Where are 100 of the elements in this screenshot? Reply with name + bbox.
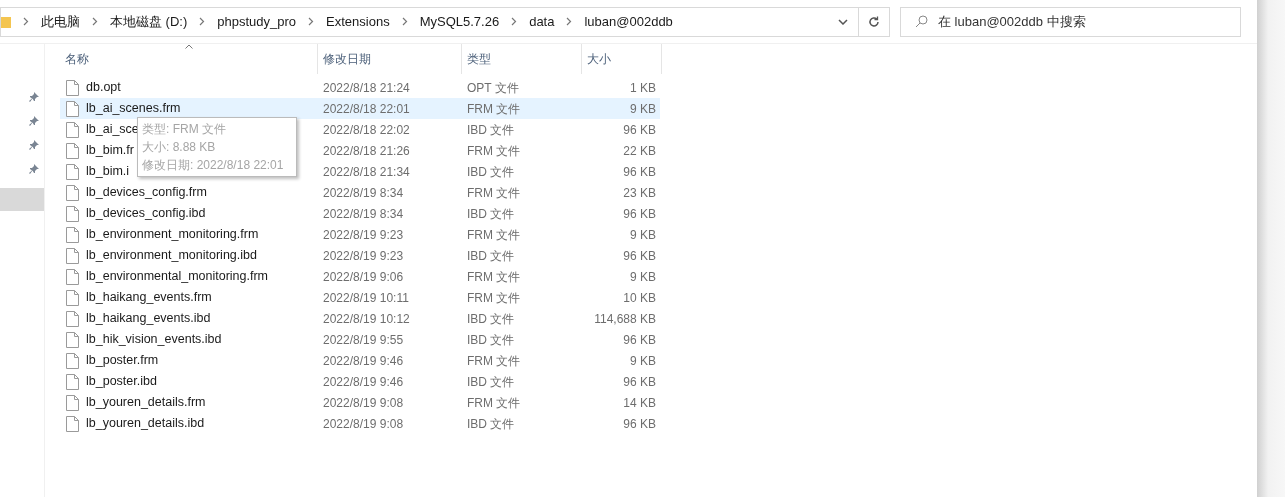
breadcrumb-item[interactable]: phpstudy_pro: [217, 11, 297, 32]
file-size: 22 KB: [622, 142, 656, 160]
file-type: IBD 文件: [466, 247, 516, 265]
pin-icon[interactable]: [29, 140, 39, 150]
modified-date: 2022/8/19 9:46: [322, 352, 405, 370]
file-type: FRM 文件: [466, 352, 522, 370]
pin-icon[interactable]: [29, 164, 39, 174]
file-icon: [66, 79, 79, 96]
tooltip-line: 类型: FRM 文件: [142, 121, 227, 138]
modified-date: 2022/8/18 21:26: [322, 142, 411, 160]
file-icon: [66, 205, 79, 222]
breadcrumb-item[interactable]: data: [529, 11, 555, 32]
modified-date: 2022/8/19 9:23: [322, 247, 405, 265]
file-name: lb_haikang_events.frm: [86, 289, 212, 307]
file-size: 23 KB: [622, 184, 656, 202]
file-icon: [66, 184, 79, 201]
file-name: lb_poster.frm: [86, 352, 159, 370]
file-icon: [66, 415, 79, 432]
file-size: 1 KB: [629, 79, 656, 97]
file-size: 9 KB: [629, 268, 656, 286]
file-type: IBD 文件: [466, 121, 516, 139]
refresh-button[interactable]: [858, 6, 890, 37]
file-icon: [66, 121, 79, 138]
chevron-right-icon: [401, 17, 408, 26]
column-header[interactable]: 修改日期: [318, 44, 462, 74]
file-name: lb_youren_details.ibd: [86, 415, 205, 433]
address-bar[interactable]: 此电脑 本地磁盘 (D:) phpstudy_pro Extensions MySQL5.7.26 data luban@002ddb: [0, 6, 858, 37]
modified-date: 2022/8/18 22:01: [322, 100, 411, 118]
column-header[interactable]: 名称: [60, 44, 318, 74]
file-name: lb_devices_config.ibd: [86, 205, 206, 223]
search-icon: [915, 15, 928, 28]
folder-icon: [1, 14, 11, 29]
file-row[interactable]: lb_ai_scenes.frm 2022/8/18 22:01 FRM 文件 9 KB: [60, 98, 660, 119]
modified-date: 2022/8/18 22:02: [322, 121, 411, 139]
modified-date: 2022/8/18 21:24: [322, 79, 411, 97]
file-type: FRM 文件: [466, 268, 522, 286]
file-type: IBD 文件: [466, 373, 516, 391]
chevron-right-icon: [23, 17, 29, 26]
breadcrumb-item[interactable]: 本地磁盘 (D:): [110, 11, 188, 32]
file-size: 9 KB: [629, 352, 656, 370]
breadcrumb-item[interactable]: luban@002ddb: [584, 11, 673, 32]
tooltip-line: 修改日期: 2022/8/18 22:01: [142, 157, 285, 174]
file-type: OPT 文件: [466, 79, 520, 97]
pin-icon[interactable]: [29, 92, 39, 102]
file-type: FRM 文件: [466, 100, 522, 118]
file-size: 96 KB: [622, 247, 656, 265]
file-name: lb_bim.fr: [86, 142, 134, 160]
file-icon: [66, 163, 79, 180]
file-name: lb_bim.i: [86, 163, 130, 181]
file-icon: [66, 142, 79, 159]
pin-icon[interactable]: [29, 116, 39, 126]
file-size: 9 KB: [629, 226, 656, 244]
modified-date: 2022/8/18 21:34: [322, 163, 411, 181]
file-size: 96 KB: [622, 373, 656, 391]
modified-date: 2022/8/19 9:08: [322, 394, 405, 412]
chevron-right-icon: [92, 17, 98, 26]
file-icon: [66, 394, 79, 411]
column-header[interactable]: 大小: [582, 44, 662, 74]
search-field[interactable]: 在 luban@002ddb 中搜索: [900, 6, 1241, 37]
file-type: FRM 文件: [466, 226, 522, 244]
file-name: lb_environmental_monitoring.frm: [86, 268, 269, 286]
search-input[interactable]: 在 luban@002ddb 中搜索: [938, 11, 1240, 32]
tooltip-line: 大小: 8.88 KB: [142, 139, 217, 156]
breadcrumb-item[interactable]: 此电脑: [41, 11, 80, 32]
dropdown-icon[interactable]: [838, 18, 848, 25]
file-size: 114,688 KB: [593, 310, 656, 328]
file-type: IBD 文件: [466, 205, 516, 223]
file-icon: [66, 352, 79, 369]
file-type: IBD 文件: [466, 331, 516, 349]
file-size: 96 KB: [622, 415, 656, 433]
breadcrumb-item[interactable]: MySQL5.7.26: [419, 11, 500, 32]
chevron-right-icon: [199, 17, 206, 26]
file-icon: [66, 247, 79, 264]
file-size: 10 KB: [622, 289, 656, 307]
file-type: IBD 文件: [466, 163, 516, 181]
modified-date: 2022/8/19 9:06: [322, 268, 405, 286]
modified-date: 2022/8/19 9:08: [322, 415, 405, 433]
file-name: db.opt: [86, 79, 121, 97]
file-size: 96 KB: [622, 121, 656, 139]
file-icon: [66, 331, 79, 348]
file-icon: [66, 289, 79, 306]
file-type: IBD 文件: [466, 415, 516, 433]
file-name: lb_youren_details.frm: [86, 394, 206, 412]
file-icon: [66, 226, 79, 243]
breadcrumb-item[interactable]: Extensions: [326, 11, 390, 32]
file-icon: [66, 268, 79, 285]
file-name: lb_environment_monitoring.frm: [86, 226, 259, 244]
chevron-right-icon: [308, 17, 315, 26]
modified-date: 2022/8/19 9:23: [322, 226, 405, 244]
file-size: 96 KB: [622, 163, 656, 181]
column-header[interactable]: 类型: [462, 44, 582, 74]
modified-date: 2022/8/19 10:12: [322, 310, 411, 328]
modified-date: 2022/8/19 8:34: [322, 205, 405, 223]
modified-date: 2022/8/19 9:55: [322, 331, 405, 349]
file-type: FRM 文件: [466, 289, 522, 307]
file-type: FRM 文件: [466, 142, 522, 160]
file-name: lb_environment_monitoring.ibd: [86, 247, 257, 265]
modified-date: 2022/8/19 8:34: [322, 184, 405, 202]
file-name: lb_hik_vision_events.ibd: [86, 331, 222, 349]
file-icon: [66, 373, 79, 390]
